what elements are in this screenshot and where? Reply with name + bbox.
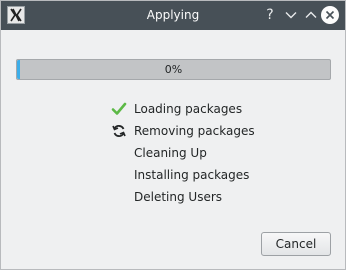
maximize-button[interactable] bbox=[303, 7, 319, 23]
step-label: Loading packages bbox=[134, 102, 243, 116]
step-deleting-users: Deleting Users bbox=[111, 187, 311, 207]
step-installing-packages: Installing packages bbox=[111, 165, 311, 185]
title-bar[interactable]: Applying ? bbox=[1, 1, 345, 30]
chevron-up-icon bbox=[305, 11, 317, 18]
progress-bar: 0% bbox=[16, 59, 331, 80]
close-icon bbox=[325, 10, 335, 20]
dialog-content: 0% Loading packages Removing packages Cl… bbox=[1, 30, 345, 269]
step-label: Deleting Users bbox=[134, 190, 223, 204]
step-cleaning-up: Cleaning Up bbox=[111, 143, 311, 163]
progress-text: 0% bbox=[164, 63, 183, 76]
applying-dialog: Applying ? 0% Loading packages Removing … bbox=[0, 0, 346, 270]
checkmark-icon bbox=[111, 102, 127, 115]
close-button[interactable] bbox=[321, 6, 339, 24]
step-loading-packages: Loading packages bbox=[111, 99, 311, 119]
help-icon: ? bbox=[266, 7, 274, 23]
step-label: Removing packages bbox=[134, 124, 255, 138]
help-button[interactable]: ? bbox=[262, 7, 278, 23]
step-removing-packages: Removing packages bbox=[111, 121, 311, 141]
minimize-button[interactable] bbox=[283, 7, 299, 23]
step-label: Installing packages bbox=[134, 168, 250, 182]
refresh-icon bbox=[112, 125, 126, 137]
cancel-button[interactable]: Cancel bbox=[261, 232, 331, 256]
chevron-down-icon bbox=[285, 12, 297, 19]
step-label: Cleaning Up bbox=[134, 146, 207, 160]
